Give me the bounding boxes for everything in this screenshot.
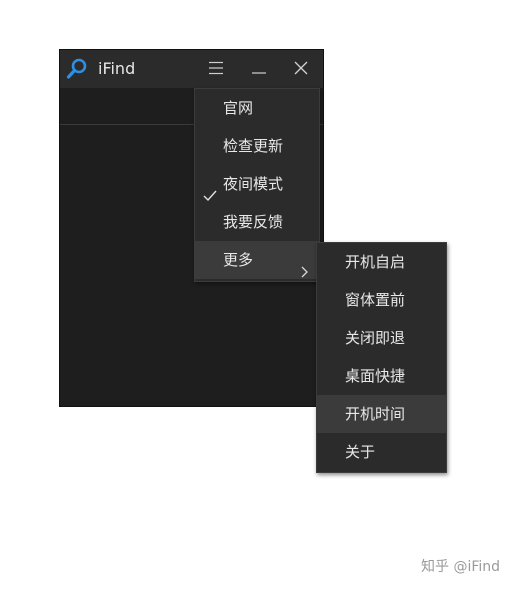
menu-item-label: 夜间模式: [223, 175, 284, 193]
menu-item-check-update[interactable]: 检查更新: [195, 127, 319, 165]
menu-item-label: 窗体置前: [345, 291, 406, 309]
hamburger-icon: [208, 60, 224, 79]
menu-item-feedback[interactable]: 我要反馈: [195, 203, 319, 241]
more-submenu: 开机自启 窗体置前 关闭即退 桌面快捷 开机时间 关于: [316, 242, 447, 473]
menu-item-label: 更多: [223, 251, 254, 269]
submenu-item-desktop-shortcut[interactable]: 桌面快捷: [317, 357, 446, 395]
main-menu: 官网 检查更新 夜间模式 我要反馈 更多: [194, 88, 320, 282]
menu-item-website[interactable]: 官网: [195, 89, 319, 127]
submenu-item-exit-on-close[interactable]: 关闭即退: [317, 319, 446, 357]
close-icon: [294, 60, 308, 79]
menu-item-more[interactable]: 更多: [195, 241, 319, 279]
submenu-item-about[interactable]: 关于: [317, 433, 446, 471]
menu-item-label: 开机时间: [345, 405, 406, 423]
search-icon: [66, 58, 88, 80]
minimize-icon: [251, 60, 267, 79]
submenu-item-always-on-top[interactable]: 窗体置前: [317, 281, 446, 319]
app-title: iFind: [98, 59, 136, 78]
watermark-text: 知乎 @iFind: [421, 559, 501, 575]
menu-item-label: 官网: [223, 99, 254, 117]
chevron-right-icon: [301, 254, 309, 278]
minimize-button[interactable]: [243, 55, 275, 83]
menu-item-label: 关于: [345, 443, 376, 461]
menu-button[interactable]: [200, 55, 232, 83]
menu-item-night-mode[interactable]: 夜间模式: [195, 165, 319, 203]
menu-item-label: 关闭即退: [345, 329, 406, 347]
menu-item-label: 开机自启: [345, 253, 406, 271]
menu-item-label: 检查更新: [223, 137, 284, 155]
submenu-item-autostart[interactable]: 开机自启: [317, 243, 446, 281]
title-bar[interactable]: iFind: [60, 50, 323, 88]
menu-item-label: 我要反馈: [223, 213, 284, 231]
close-button[interactable]: [285, 55, 317, 83]
submenu-item-boot-time[interactable]: 开机时间: [317, 395, 446, 433]
checkmark-icon: [203, 178, 217, 202]
menu-item-label: 桌面快捷: [345, 367, 406, 385]
